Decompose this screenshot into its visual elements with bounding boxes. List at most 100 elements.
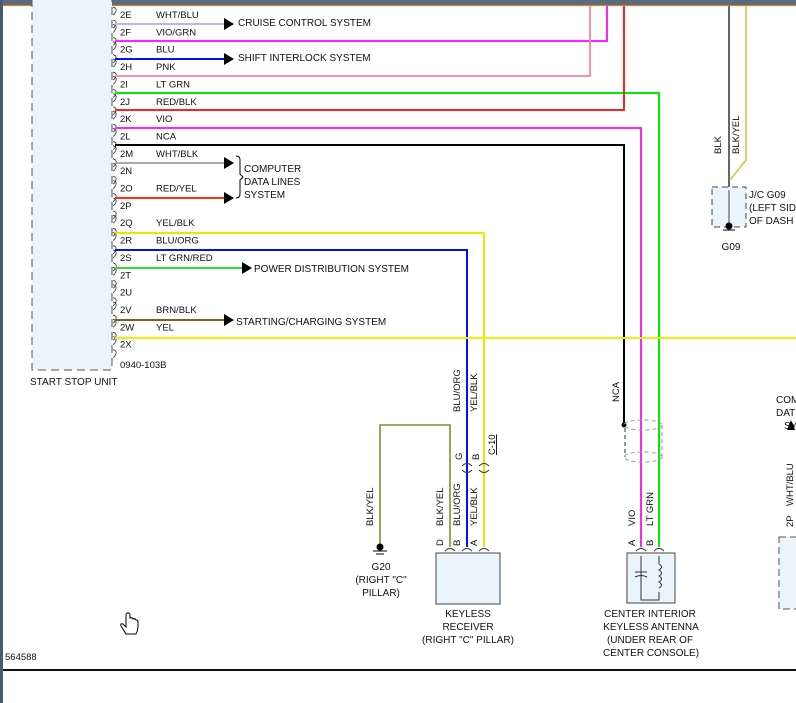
keyless-antenna-box [626,552,676,604]
wire-label: BLK/YEL [731,115,742,154]
pin-label: G [454,453,465,460]
pin-number: 2G [120,45,133,56]
wire-label: BLK/YEL [365,487,376,526]
window-left-bar [0,0,3,703]
arrow-icon [224,192,234,204]
antenna-terminals [635,548,665,552]
arrows [224,18,795,430]
pin-wire-color: NCA [156,131,177,142]
pin-label: B [645,540,656,546]
wire-label: BLU/ORG [452,369,463,412]
computer-data-label-2: DATA LINES [244,177,301,188]
pin-wire-color: VIO/GRN [156,27,196,38]
wiring-diagram: START STOP UNIT 2E WHT/BLU 2F VIO/GRN 2G BLU 2… [0,0,796,703]
receiver-label-2: RECEIVER [442,622,493,633]
pin-number: 2U [120,288,132,299]
wire-blk-yel-g20 [379,424,451,547]
wire-2Q [115,232,485,547]
pin-wire-color: YEL/BLK [156,218,195,229]
shield-icon [623,419,663,463]
pin-number: 2P [120,201,132,212]
junction-ground-label: G09 [722,242,741,253]
ground-icon [373,543,387,555]
pin-label: A [627,539,638,546]
antenna-label-4: CENTER CONSOLE) [603,648,699,659]
cruise-control-label: CRUISE CONTROL SYSTEM [238,18,371,29]
pin-wire-color: YEL [156,322,174,333]
pin-wire-color: WHT/BLU [156,10,199,21]
pin-wire-color: RED/BLK [156,97,197,108]
pin-number: 2J [120,97,130,108]
shift-interlock-label: SHIFT INTERLOCK SYSTEM [238,53,371,64]
junction-label-2: (LEFT SIDE [749,203,796,214]
pin-number: 2S [120,253,132,264]
partial-label-3: SY [784,421,796,432]
brace-icon [235,155,244,199]
antenna-label-2: KEYLESS ANTENNA [603,622,699,633]
partial-label-2: DAT [776,408,795,419]
pin-label: 2P [785,515,796,527]
keyless-receiver-box [435,552,501,605]
pin-wire-color: LT GRN/RED [156,253,213,264]
antenna-label-1: CENTER INTERIOR [604,609,696,620]
receiver-label-1: KEYLESS [445,609,491,620]
pin-wire-color: BRN/BLK [156,305,197,316]
module-name: START STOP UNIT [30,377,117,388]
pin-number: 2O [120,184,133,195]
pin-wire-color: VIO [156,114,172,125]
wire-label: YEL/BLK [469,487,480,526]
antenna-label-3: (UNDER REAR OF [607,635,693,646]
pin-wire-color: BLU [156,45,175,56]
wire-label: LT GRN [645,492,656,526]
pin-label: B [471,454,482,460]
wire-label: VIO [627,510,638,526]
g20-label-2: (RIGHT "C" [355,575,407,586]
junction-label-3: OF DASH [749,216,793,227]
pin-label: A [469,539,480,546]
window-top-bar [0,0,796,5]
wire-label: NCA [611,381,622,402]
connector-c10-label: C-10 [487,434,498,455]
wire-label: WHT/BLU [785,463,796,506]
pin-wire-color: WHT/BLK [156,149,199,160]
receiver-terminals [444,548,490,552]
pin-wire-color: BLU/ORG [156,236,199,247]
pin-label: D [435,539,446,546]
pin-number: 2L [120,131,131,142]
pin-number: 2F [120,27,131,38]
hand-cursor-icon [120,612,139,635]
wire-label: BLK/YEL [435,487,446,526]
wire-2R [115,249,468,547]
power-distribution-label: POWER DISTRIBUTION SYSTEM [254,264,409,275]
wire-label: YEL/BLK [469,373,480,412]
wires [115,6,796,547]
starting-charging-label: STARTING/CHARGING SYSTEM [236,317,386,328]
g20-label-3: PILLAR) [362,588,400,599]
pin-number: 2I [120,79,128,90]
pin-number: 2H [120,62,132,73]
receiver-label-3: (RIGHT "C" PILLAR) [422,635,514,646]
computer-data-label-3: SYSTEM [244,190,285,201]
pin-number: 2T [120,270,131,281]
arrow-icon [242,262,252,274]
connector-id: 0940-103B [120,360,166,371]
pin-number: 2V [120,305,132,316]
pin-number: 2W [120,322,134,333]
arrow-icon [224,53,234,65]
pin-label: B [452,540,463,546]
figure-id: 564588 [5,652,37,663]
partial-module-box [778,536,796,610]
arrow-icon [224,18,234,30]
pin-number: 2M [120,149,133,160]
arrow-icon [224,157,234,169]
partial-label-1: COM [776,395,796,406]
pin-wire-color: LT GRN [156,79,190,90]
pin-number: 2E [120,10,132,21]
wire-label: BLU/ORG [452,483,463,526]
pin-wire-color: PNK [156,62,176,73]
g20-label-1: G20 [372,562,391,573]
pin-number: 2Q [120,218,133,229]
pin-number: 2R [120,236,132,247]
pin-number: 2K [120,114,132,125]
start-stop-unit-box [31,0,113,371]
